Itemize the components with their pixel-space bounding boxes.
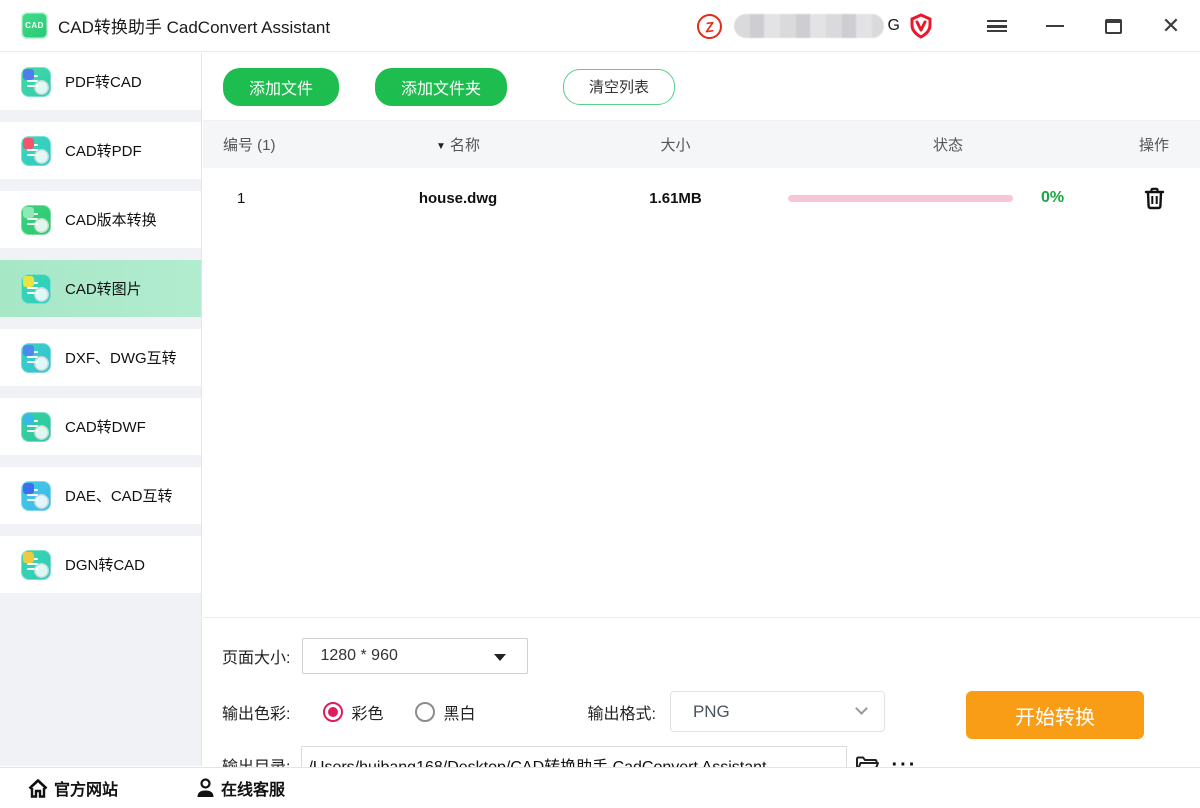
radio-color[interactable] (323, 702, 343, 722)
dae-cad-convert-icon (21, 481, 51, 511)
row-filename: house.dwg (353, 190, 563, 207)
chevron-down-icon (855, 702, 868, 715)
table-row: 1 house.dwg 1.61MB 0% (203, 168, 1200, 228)
row-status: 0% (788, 189, 1108, 207)
pdf-to-cad-icon (21, 67, 51, 97)
sidebar: PDF转CAD CAD转PDF CAD版本转换 CAD转图片 DXF、DWG互转… (0, 53, 202, 766)
header-size: 大小 (563, 134, 788, 155)
progress-bar (788, 195, 1013, 202)
table-header: 编号 (1) ▼名称 大小 状态 操作 (203, 121, 1200, 168)
minimize-button[interactable] (1026, 0, 1084, 52)
sort-desc-icon: ▼ (436, 141, 446, 152)
radio-color-label[interactable]: 彩色 (351, 700, 383, 724)
sidebar-item-dae-cad-convert[interactable]: DAE、CAD互转 (0, 467, 201, 524)
row-filesize: 1.61MB (563, 190, 788, 207)
home-icon (28, 779, 48, 798)
z-brand-icon: Z (695, 12, 723, 40)
maximize-icon (1105, 19, 1122, 34)
cad-version-convert-icon (21, 205, 51, 235)
cad-to-image-icon (21, 274, 51, 304)
radio-bw-label[interactable]: 黑白 (443, 700, 475, 724)
delete-file-button[interactable] (1108, 187, 1200, 210)
minimize-icon (1046, 25, 1064, 28)
add-file-button[interactable]: 添加文件 (223, 68, 339, 106)
username-blurred (734, 14, 884, 38)
dropdown-arrow-icon (494, 654, 506, 661)
close-button[interactable]: ✕ (1142, 0, 1200, 52)
menu-button[interactable] (968, 0, 1026, 52)
radio-bw[interactable] (415, 702, 435, 722)
dxf-dwg-convert-icon (21, 343, 51, 373)
cad-to-pdf-icon (21, 136, 51, 166)
app-logo-icon: CAD (21, 12, 48, 39)
sidebar-item-dxf-dwg-convert[interactable]: DXF、DWG互转 (0, 329, 201, 386)
settings-panel: 页面大小: 1280 * 960 输出色彩: 彩色 黑白 输出格式: PNG 开… (203, 617, 1200, 766)
vip-badge-icon[interactable] (908, 13, 934, 39)
footer: 官方网站 在线客服 (0, 767, 1200, 808)
progress-percent: 0% (1041, 189, 1064, 207)
app-title: CAD转换助手 CadConvert Assistant (58, 13, 330, 38)
username-suffix: G (888, 17, 900, 35)
add-folder-button[interactable]: 添加文件夹 (375, 68, 507, 106)
sidebar-item-pdf-to-cad[interactable]: PDF转CAD (0, 53, 201, 110)
sidebar-item-dgn-to-cad[interactable]: DGN转CAD (0, 536, 201, 593)
main-area: 添加文件 添加文件夹 清空列表 编号 (1) ▼名称 大小 状态 操作 1 ho… (203, 53, 1200, 766)
output-color-label: 输出色彩: (222, 700, 290, 724)
header-name[interactable]: ▼名称 (353, 134, 563, 155)
maximize-button[interactable] (1084, 0, 1142, 52)
official-site-link[interactable]: 官方网站 (28, 776, 118, 800)
row-index: 1 (203, 190, 353, 207)
online-support-link[interactable]: 在线客服 (196, 776, 285, 800)
dgn-to-cad-icon (21, 550, 51, 580)
page-size-label: 页面大小: (222, 644, 290, 668)
sidebar-item-cad-to-image[interactable]: CAD转图片 (0, 260, 201, 317)
close-icon: ✕ (1162, 15, 1180, 37)
trash-icon (1144, 187, 1165, 210)
hamburger-icon (987, 20, 1007, 32)
sidebar-item-cad-to-dwf[interactable]: CAD转DWF (0, 398, 201, 455)
header-index: 编号 (1) (203, 134, 353, 155)
titlebar: CAD CAD转换助手 CadConvert Assistant Z G ✕ (0, 0, 1200, 52)
sidebar-item-cad-version-convert[interactable]: CAD版本转换 (0, 191, 201, 248)
sidebar-item-cad-to-pdf[interactable]: CAD转PDF (0, 122, 201, 179)
output-format-select[interactable]: PNG (670, 691, 885, 732)
customer-service-icon (196, 778, 215, 798)
header-action: 操作 (1108, 134, 1200, 155)
output-format-label: 输出格式: (587, 700, 655, 724)
page-size-select[interactable]: 1280 * 960 (302, 638, 528, 674)
header-status: 状态 (788, 134, 1108, 155)
start-convert-button[interactable]: 开始转换 (966, 691, 1144, 739)
file-toolbar: 添加文件 添加文件夹 清空列表 (203, 53, 1200, 121)
cad-to-dwf-icon (21, 412, 51, 442)
clear-list-button[interactable]: 清空列表 (563, 69, 675, 105)
